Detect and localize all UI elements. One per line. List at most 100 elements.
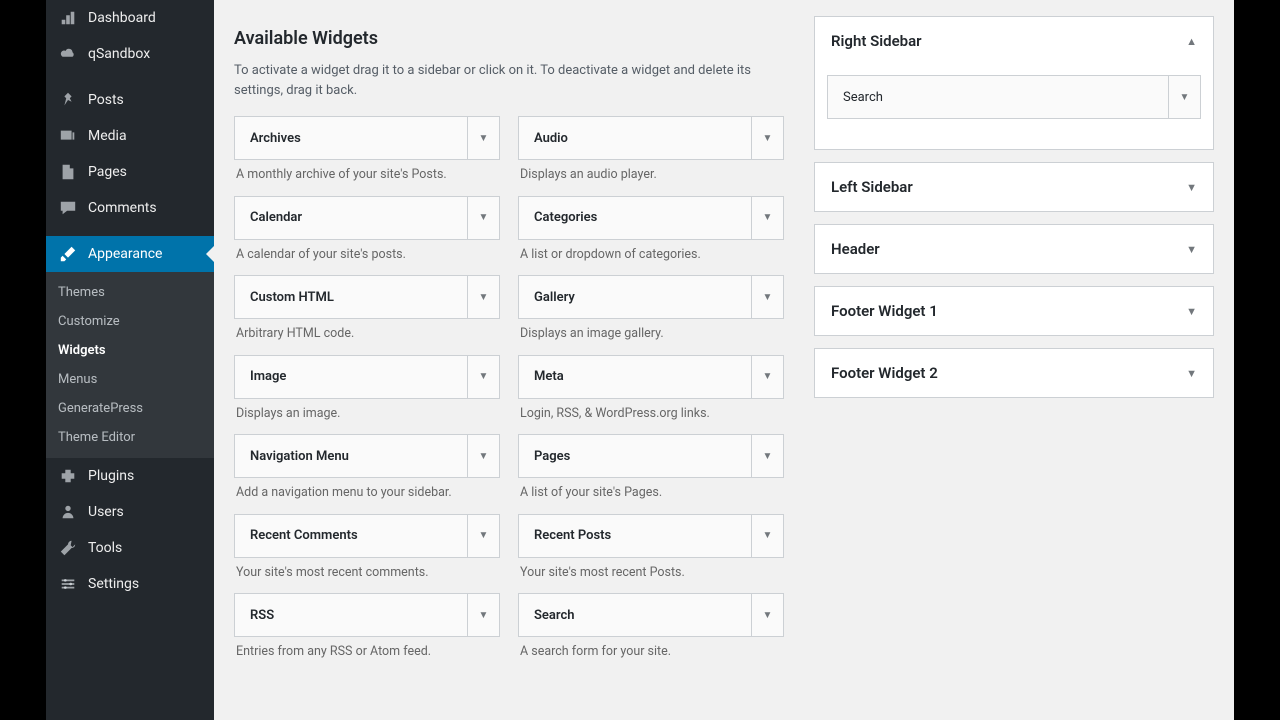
page-icon <box>58 162 78 182</box>
widget-area-title: Right Sidebar <box>831 32 922 50</box>
widget-description: A list or dropdown of categories. <box>518 240 784 264</box>
available-widgets-title: Available Widgets <box>234 28 784 49</box>
widget-box[interactable]: Calendar▼ <box>234 196 500 240</box>
submenu-customize[interactable]: Customize <box>46 307 214 336</box>
widget-box[interactable]: Audio▼ <box>518 116 784 160</box>
widget-area-body[interactable]: Search ▼ <box>815 65 1213 149</box>
widget-name: Meta <box>519 369 579 384</box>
available-widgets-description: To activate a widget drag it to a sideba… <box>234 61 764 100</box>
sidebar-item-users[interactable]: Users <box>46 494 214 530</box>
widget-name: Recent Comments <box>235 528 373 543</box>
widget-area-header[interactable]: Footer Widget 2▼ <box>815 349 1213 397</box>
widget-name: RSS <box>235 608 289 623</box>
available-widget: Search▼A search form for your site. <box>518 593 784 661</box>
sidebar-item-plugins[interactable]: Plugins <box>46 458 214 494</box>
tools-icon <box>58 538 78 558</box>
chevron-down-icon[interactable]: ▼ <box>751 515 783 557</box>
sidebar-item-media[interactable]: Media <box>46 118 214 154</box>
chevron-down-icon: ▼ <box>1186 367 1197 380</box>
sidebar-label: Appearance <box>88 246 162 262</box>
widget-area: Footer Widget 1▼ <box>814 286 1214 336</box>
widget-box[interactable]: Custom HTML▼ <box>234 275 500 319</box>
chevron-down-icon[interactable]: ▼ <box>467 594 499 636</box>
placed-widget-name: Search <box>828 90 898 105</box>
widget-description: Displays an audio player. <box>518 160 784 184</box>
chevron-down-icon[interactable]: ▼ <box>1168 76 1200 118</box>
admin-sidebar: Dashboard qSandbox Posts Media Pages Com… <box>46 0 214 720</box>
chevron-down-icon[interactable]: ▼ <box>467 117 499 159</box>
widget-area: Right Sidebar▲ Search ▼ <box>814 16 1214 150</box>
widget-box[interactable]: Image ▼ <box>234 355 500 399</box>
dashboard-icon <box>58 8 78 28</box>
chevron-down-icon[interactable]: ▼ <box>467 435 499 477</box>
widget-area-header[interactable]: Footer Widget 1▼ <box>815 287 1213 335</box>
chevron-down-icon[interactable]: ▼ <box>467 197 499 239</box>
widget-name: Pages <box>519 449 585 464</box>
pin-icon <box>58 90 78 110</box>
submenu-theme-editor[interactable]: Theme Editor <box>46 423 214 452</box>
chevron-down-icon[interactable]: ▼ <box>467 276 499 318</box>
widget-description: A monthly archive of your site's Posts. <box>234 160 500 184</box>
sidebar-label: qSandbox <box>88 46 150 62</box>
widget-area-header[interactable]: Left Sidebar▼ <box>815 163 1213 211</box>
sidebar-item-pages[interactable]: Pages <box>46 154 214 190</box>
available-widget: Archives ▼A monthly archive of your site'… <box>234 116 500 184</box>
widget-box[interactable]: Pages ▼ <box>518 434 784 478</box>
available-widgets-grid: Archives▼A monthly archive of your site'… <box>234 116 784 673</box>
sidebar-item-settings[interactable]: Settings <box>46 566 214 602</box>
widget-box[interactable]: Meta ▼ <box>518 355 784 399</box>
cloud-icon <box>58 44 78 64</box>
available-widget: Categories▼A list or dropdown of categor… <box>518 196 784 264</box>
widget-box[interactable]: Recent Comments ▼ <box>234 514 500 558</box>
widget-box[interactable]: Gallery▼ <box>518 275 784 319</box>
widget-area-header[interactable]: Right Sidebar▲ <box>815 17 1213 65</box>
widget-description: A search form for your site. <box>518 637 784 661</box>
widget-box[interactable]: Archives ▼ <box>234 116 500 160</box>
widget-description: Displays an image gallery. <box>518 319 784 343</box>
chevron-down-icon[interactable]: ▼ <box>751 117 783 159</box>
chevron-down-icon: ▼ <box>1186 305 1197 318</box>
widget-box[interactable]: Navigation Menu▼ <box>234 434 500 478</box>
sidebar-item-comments[interactable]: Comments <box>46 190 214 226</box>
widget-description: Displays an image. <box>234 399 500 423</box>
chevron-down-icon[interactable]: ▼ <box>751 197 783 239</box>
available-widget: Recent Comments▼Your site's most recent … <box>234 514 500 582</box>
widget-description: Arbitrary HTML code. <box>234 319 500 343</box>
chevron-down-icon[interactable]: ▼ <box>751 594 783 636</box>
sidebar-item-tools[interactable]: Tools <box>46 530 214 566</box>
submenu-menus[interactable]: Menus <box>46 365 214 394</box>
placed-widget[interactable]: Search ▼ <box>827 75 1201 119</box>
chevron-down-icon[interactable]: ▼ <box>467 515 499 557</box>
submenu-widgets[interactable]: Widgets <box>46 336 214 365</box>
settings-icon <box>58 574 78 594</box>
widget-box[interactable]: Categories▼ <box>518 196 784 240</box>
widget-description: A calendar of your site's posts. <box>234 240 500 264</box>
widget-box[interactable]: RSS ▼ <box>234 593 500 637</box>
wp-admin-app: Dashboard qSandbox Posts Media Pages Com… <box>46 0 1234 720</box>
widget-description: Entries from any RSS or Atom feed. <box>234 637 500 661</box>
sidebar-item-qsandbox[interactable]: qSandbox <box>46 36 214 72</box>
chevron-down-icon[interactable]: ▼ <box>751 356 783 398</box>
appearance-submenu: Themes Customize Widgets Menus GenerateP… <box>46 272 214 458</box>
widget-box[interactable]: Search▼ <box>518 593 784 637</box>
chevron-down-icon[interactable]: ▼ <box>751 435 783 477</box>
sidebar-item-posts[interactable]: Posts <box>46 82 214 118</box>
sidebar-item-appearance[interactable]: Appearance <box>46 236 214 272</box>
widget-box[interactable]: Recent Posts▼ <box>518 514 784 558</box>
sidebar-label: Posts <box>88 92 124 108</box>
widget-name: Image <box>235 369 301 384</box>
widget-name: Archives <box>235 131 316 146</box>
sidebar-label: Plugins <box>88 468 134 484</box>
chevron-down-icon[interactable]: ▼ <box>467 356 499 398</box>
sidebar-item-dashboard[interactable]: Dashboard <box>46 0 214 36</box>
comment-icon <box>58 198 78 218</box>
widget-area: Header▼ <box>814 224 1214 274</box>
widget-area-header[interactable]: Header▼ <box>815 225 1213 273</box>
widget-area-title: Header <box>831 240 880 258</box>
available-widget: Custom HTML▼Arbitrary HTML code. <box>234 275 500 343</box>
available-widget: Calendar▼A calendar of your site's posts… <box>234 196 500 264</box>
submenu-themes[interactable]: Themes <box>46 278 214 307</box>
submenu-generatepress[interactable]: GeneratePress <box>46 394 214 423</box>
sidebar-label: Tools <box>88 540 122 556</box>
chevron-down-icon[interactable]: ▼ <box>751 276 783 318</box>
